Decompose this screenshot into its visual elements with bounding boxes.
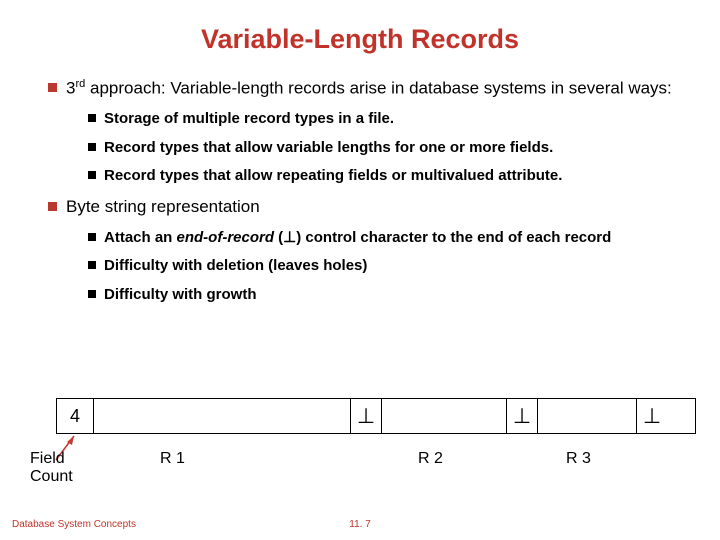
cell-perp-2: ⊥ — [507, 399, 538, 433]
cell-r2 — [382, 399, 507, 433]
record-row: 4 ⊥ ⊥ ⊥ — [56, 398, 696, 434]
slide-title: Variable-Length Records — [30, 24, 690, 55]
label-r2: R 2 — [418, 450, 443, 468]
cell-r1 — [94, 399, 351, 433]
sub-1c: Record types that allow repeating fields… — [88, 166, 680, 186]
slide: Variable-Length Records 3rd approach: Va… — [0, 0, 720, 304]
sub-list-1: Storage of multiple record types in a fi… — [66, 109, 680, 186]
label-r1: R 1 — [160, 450, 185, 468]
cell-perp-3: ⊥ — [637, 399, 667, 433]
label-field-count: Field Count — [30, 450, 73, 487]
sub-2a-pre: Attach an — [104, 229, 177, 246]
sub-2a-post: (⊥) control character to the end of each… — [274, 229, 611, 246]
bullet-1: 3rd approach: Variable-length records ar… — [48, 77, 680, 186]
b1-post: approach: Variable-length records arise … — [85, 79, 671, 98]
sub-2b: Difficulty with deletion (leaves holes) — [88, 256, 680, 276]
bullet-2: Byte string representation Attach an end… — [48, 196, 680, 304]
record-diagram: 4 ⊥ ⊥ ⊥ — [56, 398, 696, 434]
sub-1a: Storage of multiple record types in a fi… — [88, 109, 680, 129]
sub-1b: Record types that allow variable lengths… — [88, 138, 680, 158]
sub-list-2: Attach an end-of-record (⊥) control char… — [66, 228, 680, 305]
b2-text: Byte string representation — [66, 197, 260, 216]
sub-2c: Difficulty with growth — [88, 285, 680, 305]
cell-perp-1: ⊥ — [351, 399, 382, 433]
footer-center: 11. 7 — [349, 519, 371, 530]
b1-sup: rd — [75, 78, 85, 90]
sub-2a-em: end-of-record — [177, 229, 275, 246]
cell-count: 4 — [57, 399, 94, 433]
bullet-list: 3rd approach: Variable-length records ar… — [48, 77, 680, 304]
label-r3: R 3 — [566, 450, 591, 468]
footer-left: Database System Concepts — [12, 519, 136, 530]
cell-r3 — [538, 399, 637, 433]
sub-2a: Attach an end-of-record (⊥) control char… — [88, 228, 680, 248]
